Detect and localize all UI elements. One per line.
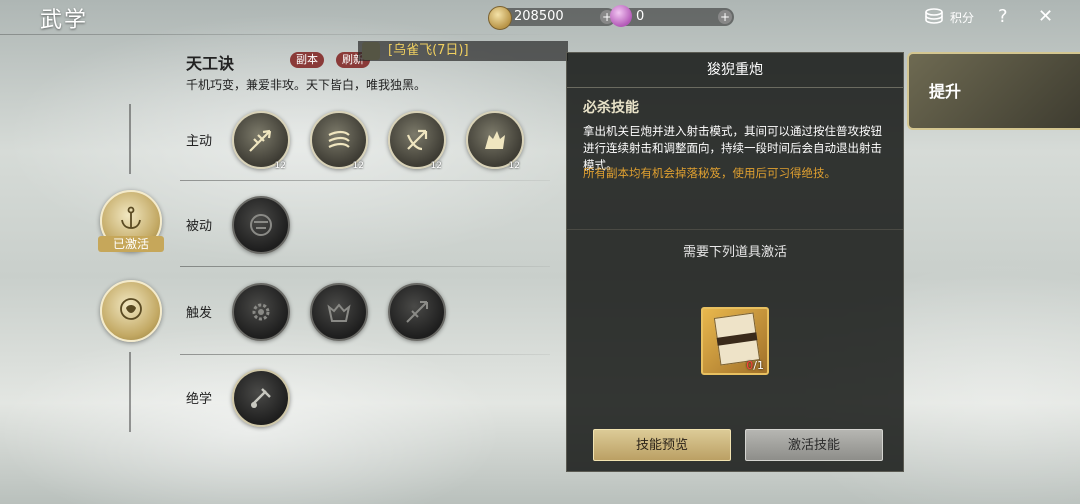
skill-level: 12 — [352, 161, 364, 171]
activate-skill-button[interactable]: 激活技能 — [745, 429, 883, 461]
wolf-head-icon — [485, 131, 505, 149]
close-button[interactable]: ✕ — [1038, 6, 1053, 27]
trigger-skill-1[interactable] — [232, 283, 290, 341]
item-count: 0/1 — [746, 359, 764, 372]
skill-level: 12 — [274, 161, 286, 171]
whirl-icon — [328, 130, 350, 148]
gem-amount: 0 — [636, 9, 645, 24]
gear-icon — [252, 303, 270, 321]
skill-detail-panel: 狻猊重炮 必杀技能 拿出机关巨炮并进入射击模式，其间可以通过按住普攻按钮进行连续… — [566, 52, 904, 472]
ultimate-skill-1[interactable] — [232, 369, 290, 427]
beast-emblem-icon — [120, 298, 142, 320]
active-row-label: 主动 — [186, 134, 213, 149]
trigger-skill-3[interactable] — [388, 283, 446, 341]
row-divider — [180, 180, 550, 181]
preview-skill-button[interactable]: 技能预览 — [593, 429, 731, 461]
page-title: 武学 — [40, 8, 89, 33]
row-divider — [180, 354, 550, 355]
crossbow-icon — [406, 129, 428, 151]
beast-jaw-icon — [327, 303, 351, 322]
gem-currency: 0 + — [610, 5, 734, 27]
passive-orb[interactable]: 已激活 — [98, 190, 164, 252]
gem-icon — [610, 5, 632, 27]
skill-level: 12 — [508, 161, 520, 171]
skill-level: 12 — [430, 161, 442, 171]
dungeon-tag[interactable]: 副本 — [290, 52, 324, 68]
character-avatar-icon — [362, 42, 380, 60]
title-divider — [0, 34, 560, 35]
passive-row-label: 被动 — [186, 219, 213, 234]
help-button[interactable]: ? — [998, 6, 1008, 27]
duration-banner: [乌雀飞(7日)] — [358, 41, 568, 61]
arrow-burst-icon — [249, 129, 272, 152]
coin-stack-icon — [925, 8, 943, 24]
trigger-row-label: 触发 — [186, 306, 213, 321]
trigger-orb[interactable] — [100, 280, 162, 342]
points-label: 积分 — [950, 11, 975, 25]
required-item-slot[interactable]: 0/1 — [701, 307, 769, 375]
row-divider — [180, 266, 550, 267]
passive-skill-1[interactable] — [232, 196, 290, 254]
manual-name: 天工诀 — [186, 54, 235, 73]
connector-line — [129, 352, 131, 432]
manual-motto: 千机巧变，兼爱非攻。天下皆白，唯我独黑。 — [186, 78, 427, 92]
points-button[interactable]: 积分 — [924, 8, 974, 28]
activated-badge: 已激活 — [98, 236, 164, 252]
upgrade-tab-label: 提升 — [929, 82, 962, 101]
spear-icon — [406, 301, 428, 323]
active-skill-2[interactable]: 12 — [310, 111, 368, 171]
add-gem-button[interactable]: + — [718, 10, 732, 24]
drop-note: 所有副本均有机会掉落秘笈，使用后可习得绝技。 — [583, 166, 836, 180]
cannon-shield-icon — [250, 214, 272, 236]
skill-title: 狻猊重炮 — [567, 53, 903, 88]
coin-icon — [488, 6, 512, 30]
ultimate-row-label: 绝学 — [186, 392, 213, 407]
active-skill-3[interactable]: 12 — [388, 111, 446, 171]
trigger-skill-2[interactable] — [310, 283, 368, 341]
gold-amount: 208500 — [514, 9, 564, 24]
connector-line — [129, 104, 131, 174]
item-need: /1 — [753, 359, 764, 372]
anchor-icon — [121, 206, 141, 229]
gold-currency: 208500 + — [488, 6, 616, 30]
upgrade-tab[interactable]: 提升 — [907, 52, 1080, 130]
skill-type: 必杀技能 — [583, 100, 639, 116]
duration-text: [乌雀飞(7日)] — [388, 43, 469, 58]
active-skill-1[interactable]: 12 — [232, 111, 290, 171]
heavy-cannon-icon — [251, 388, 271, 408]
active-skill-4[interactable]: 12 — [466, 111, 524, 171]
requirement-text: 需要下列道具激活 — [682, 245, 787, 260]
panel-divider — [567, 229, 903, 230]
